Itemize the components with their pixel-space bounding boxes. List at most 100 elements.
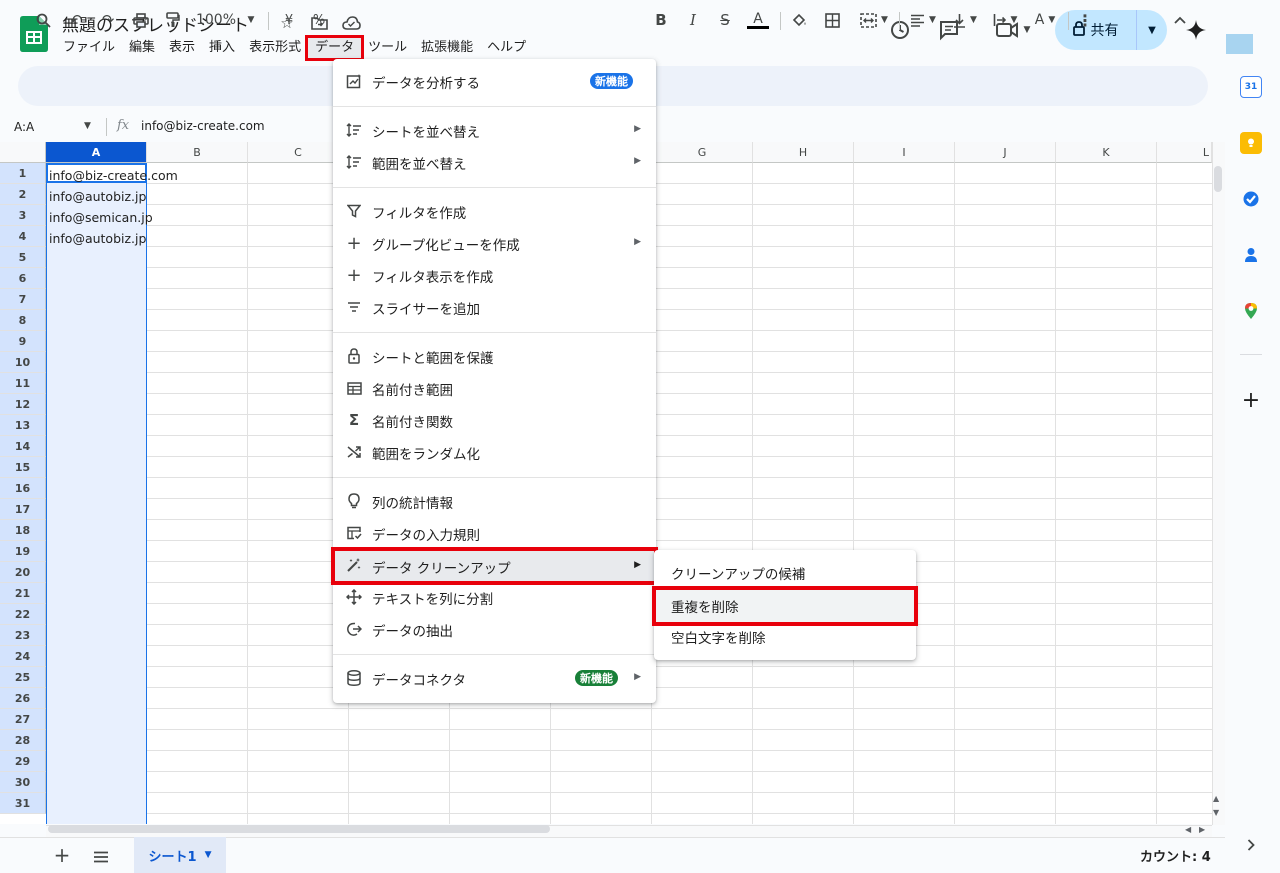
add-sheet-icon[interactable]: + (54, 843, 71, 867)
column-header-B[interactable]: B (147, 142, 248, 163)
vertical-scrollbar[interactable] (1212, 142, 1226, 825)
menu-view[interactable]: 表示 (162, 38, 202, 58)
row-header[interactable]: 18 (0, 520, 46, 541)
sheet-tab-dropdown-icon[interactable]: ▼ (205, 850, 212, 860)
menu-data[interactable]: データ (305, 35, 365, 61)
menu-item-randomize-range[interactable]: 範囲をランダム化 (333, 436, 656, 468)
row-header[interactable]: 29 (0, 751, 46, 772)
row-header[interactable]: 25 (0, 667, 46, 688)
strikethrough-icon[interactable]: S (716, 10, 734, 30)
menu-item-sort-range[interactable]: 範囲を並べ替え ▶ (333, 146, 656, 178)
search-menus-icon[interactable] (33, 10, 53, 30)
column-header-I[interactable]: I (854, 142, 955, 163)
expand-side-panel-icon[interactable] (1240, 834, 1262, 856)
row-header[interactable]: 23 (0, 625, 46, 646)
undo-icon[interactable]: ↶ (66, 10, 86, 30)
cell-A4[interactable]: info@autobiz.jp (49, 231, 146, 246)
collapse-toolbar-icon[interactable] (1170, 10, 1190, 30)
cell-A2[interactable]: info@autobiz.jp (49, 189, 146, 204)
row-header[interactable]: 28 (0, 730, 46, 751)
row-header[interactable]: 21 (0, 583, 46, 604)
column-header-H[interactable]: H (753, 142, 854, 163)
horizontal-align-icon[interactable]: ▼ (906, 10, 940, 30)
menu-extensions[interactable]: 拡張機能 (414, 38, 480, 58)
merge-cells-icon[interactable]: ▼ (855, 10, 893, 30)
row-header[interactable]: 7 (0, 289, 46, 310)
cloud-status-icon[interactable] (341, 13, 361, 33)
menu-item-column-stats[interactable]: 列の統計情報 (333, 485, 656, 517)
row-header[interactable]: 24 (0, 646, 46, 667)
menu-insert[interactable]: 挿入 (202, 38, 242, 58)
percent-format-button[interactable]: % (310, 10, 328, 30)
menu-item-named-ranges[interactable]: 名前付き範囲 (333, 372, 656, 404)
contacts-icon[interactable] (1240, 244, 1262, 266)
menu-item-create-filter-view[interactable]: + フィルタ表示を作成 (333, 259, 656, 291)
row-header[interactable]: 15 (0, 457, 46, 478)
bold-icon[interactable]: B (652, 10, 670, 30)
row-header[interactable]: 26 (0, 688, 46, 709)
maps-icon[interactable] (1240, 300, 1262, 322)
formula-input[interactable]: info@biz-create.com (141, 119, 265, 133)
row-header[interactable]: 10 (0, 352, 46, 373)
menu-item-data-extraction[interactable]: データの抽出 (333, 613, 656, 645)
select-all-corner[interactable] (0, 142, 46, 163)
row-header[interactable]: 4 (0, 226, 46, 247)
selection-count[interactable]: カウント: 4 (1140, 846, 1211, 865)
zoom-dropdown-icon[interactable]: ▼ (244, 10, 258, 30)
menu-item-split-text[interactable]: テキストを列に分割 (333, 581, 656, 613)
cell-A1[interactable]: info@biz-create.com (49, 168, 178, 183)
row-header[interactable]: 12 (0, 394, 46, 415)
more-options-icon[interactable]: ⋮ (1076, 10, 1094, 30)
row-header[interactable]: 20 (0, 562, 46, 583)
menu-item-add-slicer[interactable]: スライサーを追加 (333, 291, 656, 323)
calendar-icon[interactable]: 31 (1240, 76, 1262, 98)
scroll-down-icon[interactable]: ▼ (1213, 808, 1219, 817)
row-header[interactable]: 17 (0, 499, 46, 520)
italic-icon[interactable]: I (684, 10, 702, 30)
sheet-tab[interactable]: シート1 ▼ (134, 837, 226, 873)
column-header-A[interactable]: A (46, 142, 147, 163)
menu-item-data-validation[interactable]: データの入力規則 (333, 517, 656, 549)
row-header[interactable]: 19 (0, 541, 46, 562)
submenu-item-cleanup-suggestions[interactable]: クリーンアップの候補 (654, 556, 916, 588)
menu-format[interactable]: 表示形式 (242, 38, 308, 58)
text-rotation-icon[interactable]: A ▼ (1028, 10, 1062, 30)
menu-item-data-connectors[interactable]: データコネクタ 新機能 ▶ (333, 662, 656, 694)
row-header[interactable]: 11 (0, 373, 46, 394)
vertical-align-icon[interactable]: ▼ (948, 10, 982, 30)
row-header[interactable]: 14 (0, 436, 46, 457)
row-header[interactable]: 13 (0, 415, 46, 436)
menu-item-protect-sheets[interactable]: シートと範囲を保護 (333, 340, 656, 372)
menu-item-data-cleanup[interactable]: データ クリーンアップ ▶ (331, 547, 658, 585)
zoom-value[interactable]: 100% (196, 10, 236, 30)
submenu-item-remove-duplicates[interactable]: 重複を削除 (652, 586, 918, 626)
menu-item-sort-sheet[interactable]: シートを並べ替え ▶ (333, 114, 656, 146)
row-header[interactable]: 5 (0, 247, 46, 268)
menu-item-create-filter[interactable]: フィルタを作成 (333, 195, 656, 227)
fill-color-icon[interactable] (788, 10, 810, 30)
menu-help[interactable]: ヘルプ (480, 38, 533, 58)
all-sheets-icon[interactable] (92, 848, 110, 867)
scroll-right-icon[interactable]: ▶ (1199, 825, 1205, 834)
vertical-scroll-thumb[interactable] (1214, 166, 1222, 192)
row-header[interactable]: 16 (0, 478, 46, 499)
redo-icon[interactable]: ↷ (98, 10, 118, 30)
scroll-up-icon[interactable]: ▲ (1213, 794, 1219, 803)
scroll-left-icon[interactable]: ◀ (1185, 825, 1191, 834)
column-header-K[interactable]: K (1056, 142, 1157, 163)
add-addon-icon[interactable]: + (1240, 388, 1262, 413)
paint-format-icon[interactable] (162, 10, 184, 30)
horizontal-scroll-thumb[interactable] (48, 825, 550, 833)
share-dropdown-icon[interactable]: ▼ (1137, 10, 1167, 50)
cell-A3[interactable]: info@semican.jp (49, 210, 153, 225)
borders-icon[interactable] (822, 10, 842, 30)
menu-edit[interactable]: 編集 (122, 38, 162, 58)
menu-item-create-group-view[interactable]: + グループ化ビューを作成 ▶ (333, 227, 656, 259)
submenu-item-trim-whitespace[interactable]: 空白文字を削除 (654, 620, 916, 652)
column-header-L[interactable]: L (1157, 142, 1212, 163)
column-header-G[interactable]: G (652, 142, 753, 163)
print-icon[interactable] (130, 10, 152, 30)
menu-item-analyze-data[interactable]: データを分析する 新機能 (333, 65, 656, 97)
keep-icon[interactable] (1240, 132, 1262, 154)
row-header[interactable]: 1 (0, 163, 46, 184)
